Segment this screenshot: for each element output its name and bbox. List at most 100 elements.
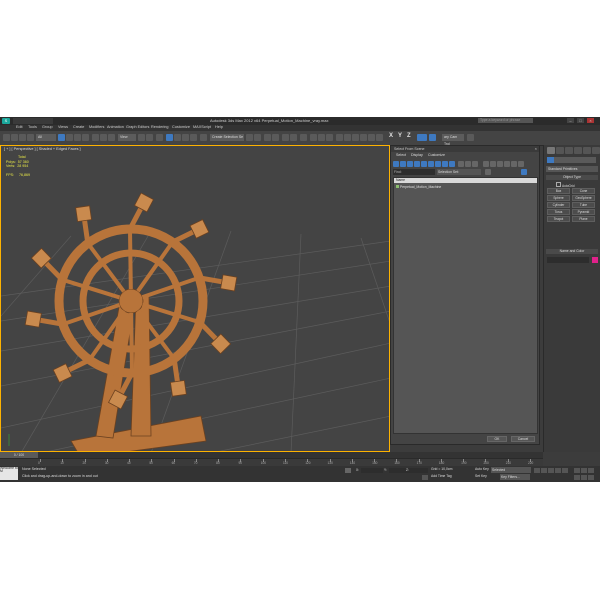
pyramid-button[interactable]: Pyramid xyxy=(572,209,595,215)
orbit-icon[interactable] xyxy=(581,468,587,473)
link-icon[interactable] xyxy=(19,134,26,141)
filter-bones-icon[interactable] xyxy=(449,161,455,167)
redo-icon[interactable] xyxy=(11,134,18,141)
rendered-frame-icon[interactable] xyxy=(318,134,325,141)
auto-key-button[interactable]: Auto Key xyxy=(475,467,489,471)
select-object-icon[interactable] xyxy=(58,134,65,141)
vray-sphere-icon[interactable] xyxy=(368,134,375,141)
named-selection-set-dropdown[interactable]: Create Selection Se xyxy=(210,134,244,141)
auto-key-selection-dropdown[interactable]: Selected xyxy=(491,467,531,473)
move-icon[interactable] xyxy=(92,134,99,141)
dialog-menu-select[interactable]: Select xyxy=(396,153,406,158)
cylinder-button[interactable]: Cylinder xyxy=(547,202,570,208)
app-logo[interactable]: S xyxy=(2,118,10,124)
manipulate-icon[interactable] xyxy=(146,134,153,141)
modify-tab-icon[interactable] xyxy=(556,147,564,154)
select-all-icon[interactable] xyxy=(458,161,464,167)
filter-spacewarps-icon[interactable] xyxy=(428,161,434,167)
schematic-view-icon[interactable] xyxy=(290,134,297,141)
search-input[interactable]: Type a keyword or phrase xyxy=(478,118,533,123)
geometry-category-icon[interactable] xyxy=(547,157,554,163)
maxscript-listener[interactable]: Welcome to M xyxy=(0,466,18,480)
select-children-icon[interactable] xyxy=(504,161,510,167)
selection-filter-dropdown[interactable]: All xyxy=(36,134,56,141)
menu-help[interactable]: Help xyxy=(215,125,223,130)
next-frame-icon[interactable] xyxy=(555,468,561,473)
menu-group[interactable]: Group xyxy=(42,125,53,130)
lights-category-icon[interactable] xyxy=(561,157,568,163)
render-shortcut-icon[interactable] xyxy=(467,134,474,141)
angle-snap-icon[interactable] xyxy=(174,134,181,141)
name-and-color-rollout[interactable]: Name and Color xyxy=(546,249,598,254)
create-tab-icon[interactable] xyxy=(547,147,555,154)
window-crossing-icon[interactable] xyxy=(82,134,89,141)
selection-set-dropdown[interactable]: Selection Set: xyxy=(437,169,481,175)
vray-camera-icon[interactable] xyxy=(352,134,359,141)
cameras-category-icon[interactable] xyxy=(568,157,575,163)
configure-columns-icon[interactable] xyxy=(521,169,527,175)
filter-groups-icon[interactable] xyxy=(435,161,441,167)
play-icon[interactable] xyxy=(548,468,554,473)
dialog-close-icon[interactable]: × xyxy=(535,146,537,152)
find-input[interactable]: Find: xyxy=(393,169,435,175)
axis-xy-constraint[interactable] xyxy=(417,134,427,141)
axis-x-constraint[interactable]: X xyxy=(389,133,393,139)
pan-icon[interactable] xyxy=(588,468,594,473)
axis-y-constraint[interactable]: Y xyxy=(398,133,402,139)
select-none-icon[interactable] xyxy=(465,161,471,167)
list-item[interactable]: Perpetual_Motion_Machine xyxy=(396,185,441,189)
filter-lights-icon[interactable] xyxy=(407,161,413,167)
helpers-category-icon[interactable] xyxy=(575,157,582,163)
menu-maxscript[interactable]: MAXScript xyxy=(193,125,211,130)
primitive-category-dropdown[interactable]: Standard Primitives xyxy=(546,166,598,172)
vray-plane-icon[interactable] xyxy=(376,134,383,141)
layer-manager-icon[interactable] xyxy=(264,134,271,141)
find-options-icon[interactable] xyxy=(485,169,491,175)
go-to-end-icon[interactable] xyxy=(562,468,568,473)
axis-z-constraint[interactable]: Z xyxy=(407,133,411,139)
ok-button[interactable]: OK xyxy=(487,436,507,442)
vray-frame-buffer-icon[interactable] xyxy=(336,134,343,141)
tube-button[interactable]: Tube xyxy=(572,202,595,208)
menu-edit[interactable]: Edit xyxy=(16,125,23,130)
undo-icon[interactable] xyxy=(3,134,10,141)
material-editor-icon[interactable] xyxy=(300,134,307,141)
torus-button[interactable]: Torus xyxy=(547,209,570,215)
set-key-button[interactable]: Set Key xyxy=(475,474,487,478)
display-influences-icon[interactable] xyxy=(490,161,496,167)
select-dependents-icon[interactable] xyxy=(497,161,503,167)
mirror-icon[interactable] xyxy=(246,134,253,141)
systems-category-icon[interactable] xyxy=(589,157,596,163)
menu-customize[interactable]: Customize xyxy=(172,125,190,130)
field-of-view-icon[interactable] xyxy=(581,475,587,480)
pivot-center-icon[interactable] xyxy=(138,134,145,141)
object-type-rollout[interactable]: Object Type xyxy=(546,175,598,180)
object-color-swatch[interactable] xyxy=(592,257,598,263)
cone-button[interactable]: Cone xyxy=(572,188,595,194)
render-production-icon[interactable] xyxy=(326,134,333,141)
x-coord-field[interactable] xyxy=(361,468,383,473)
align-icon[interactable] xyxy=(254,134,261,141)
quick-access-toolbar[interactable] xyxy=(13,118,53,124)
case-sensitive-icon[interactable] xyxy=(518,161,524,167)
plane-button[interactable]: Plane xyxy=(572,216,595,222)
shapes-category-icon[interactable] xyxy=(554,157,561,163)
camera-control-dropdown[interactable]: ary Cam Trol xyxy=(442,134,464,146)
perspective-viewport[interactable]: [ + ] [ Perspective ] [ Shaded + Edged F… xyxy=(0,145,390,452)
go-to-start-icon[interactable] xyxy=(534,468,540,473)
lock-selection-icon[interactable] xyxy=(345,468,351,473)
filter-cameras-icon[interactable] xyxy=(414,161,420,167)
edit-named-selection-icon[interactable] xyxy=(200,134,207,141)
snaps-toggle-icon[interactable] xyxy=(166,134,173,141)
graphite-ribbon-icon[interactable] xyxy=(272,134,279,141)
zoom-extents-icon[interactable] xyxy=(574,475,580,480)
menu-views[interactable]: Views xyxy=(58,125,68,130)
menu-create[interactable]: Create xyxy=(73,125,84,130)
previous-frame-icon[interactable] xyxy=(541,468,547,473)
add-time-tag-button[interactable]: Add Time Tag xyxy=(431,474,452,478)
menu-tools[interactable]: Tools xyxy=(28,125,37,130)
box-button[interactable]: Box xyxy=(547,188,570,194)
zoom-icon[interactable] xyxy=(574,468,580,473)
render-setup-icon[interactable] xyxy=(310,134,317,141)
cancel-button[interactable]: Cancel xyxy=(511,436,535,442)
